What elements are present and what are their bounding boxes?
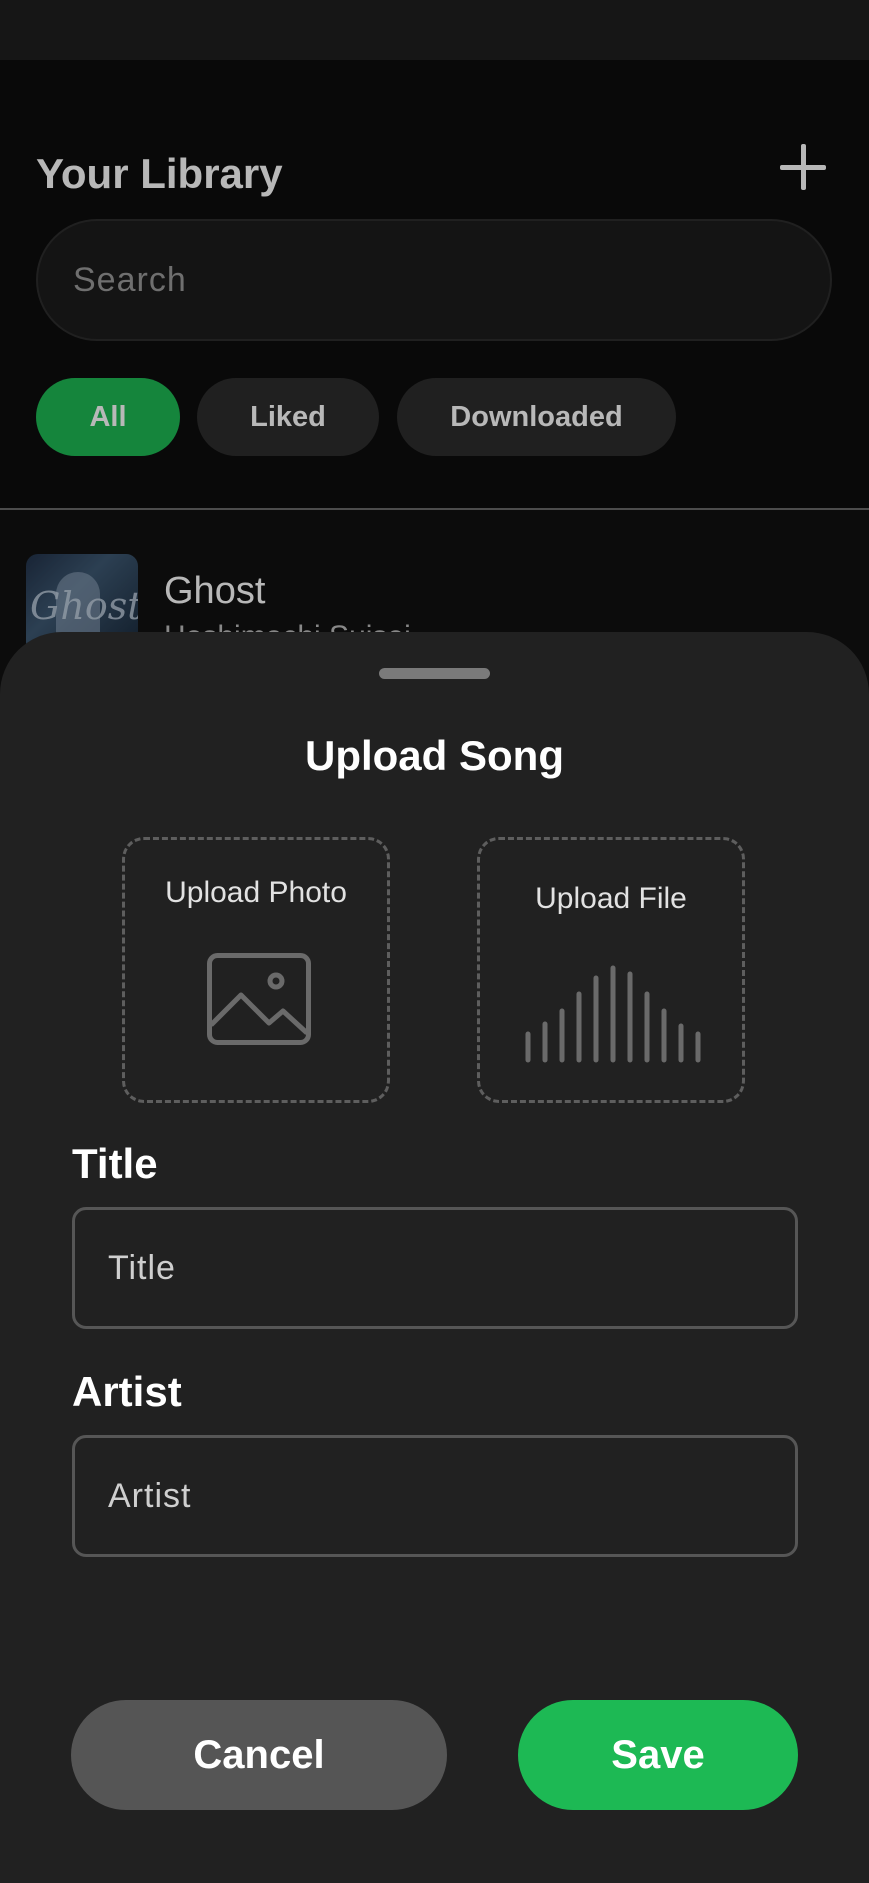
title-input[interactable]: Title: [72, 1207, 798, 1329]
artist-label: Artist: [72, 1368, 182, 1415]
save-button[interactable]: Save: [518, 1700, 798, 1810]
upload-file-label: Upload File: [535, 882, 687, 915]
upload-file-button[interactable]: Upload File: [477, 837, 745, 1103]
list-item[interactable]: Ghost Ghost Hoshimachi Suisei: [0, 494, 869, 654]
status-bar: [0, 0, 869, 60]
filter-chip-downloaded[interactable]: Downloaded: [397, 378, 676, 456]
image-icon: [207, 953, 311, 1050]
plus-icon[interactable]: [780, 144, 826, 190]
upload-photo-button[interactable]: Upload Photo: [122, 837, 390, 1103]
song-title: Ghost: [164, 570, 266, 612]
album-art-text: Ghost: [30, 584, 138, 628]
filter-chip-all[interactable]: All: [36, 378, 180, 456]
upload-photo-label: Upload Photo: [165, 876, 347, 909]
search-input[interactable]: Search: [36, 219, 832, 341]
audio-wave-icon: [524, 964, 704, 1069]
library-header: Your Library Search All Liked Downloaded: [0, 60, 869, 510]
title-label: Title: [72, 1140, 158, 1187]
artist-input[interactable]: Artist: [72, 1435, 798, 1557]
upload-song-sheet: Upload Song Upload Photo Upload File Tit…: [0, 632, 869, 1883]
filter-chip-liked[interactable]: Liked: [197, 378, 379, 456]
cancel-button[interactable]: Cancel: [71, 1700, 447, 1810]
sheet-title: Upload Song: [305, 732, 564, 779]
drag-handle[interactable]: [379, 668, 490, 679]
page-title: Your Library: [36, 150, 283, 197]
